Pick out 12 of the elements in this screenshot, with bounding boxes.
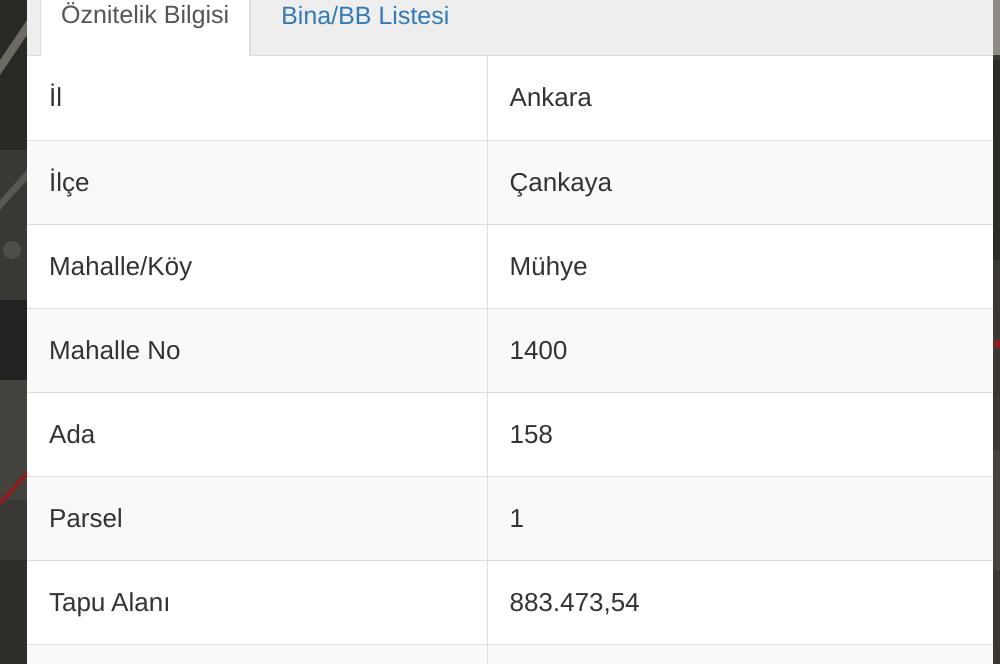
attribute-value: 1	[487, 476, 993, 560]
attribute-value: Çankaya	[487, 140, 993, 224]
attribute-value: 1400	[487, 308, 993, 392]
tab[interactable]: Bina/BB Listesi	[250, 0, 480, 55]
attribute-label: İlçe	[27, 140, 487, 224]
attribute-label: Ada	[27, 392, 487, 476]
attribute-label: Tapu Alanı	[27, 560, 487, 644]
attribute-label: Mahalle No	[27, 308, 487, 392]
tab[interactable]: Öznitelik Bilgisi	[40, 0, 250, 56]
attribute-label: Mahalle/Köy	[27, 224, 487, 308]
attribute-label: İl	[27, 56, 487, 140]
attribute-label: Parsel	[27, 476, 487, 560]
